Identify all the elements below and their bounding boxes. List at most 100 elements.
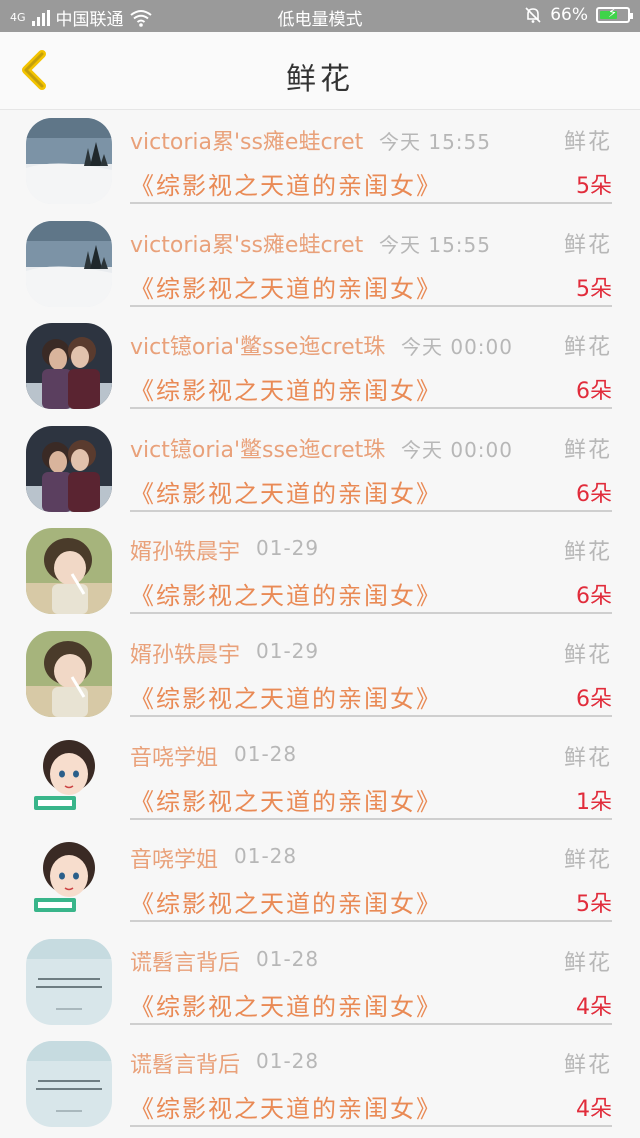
avatar[interactable] bbox=[26, 836, 112, 923]
row-header-line: 婿孙轶晨宇 01-29 鲜花 bbox=[130, 534, 612, 566]
row-divider bbox=[130, 202, 612, 204]
row-divider bbox=[130, 612, 612, 615]
sender-name[interactable]: 婿孙轶晨宇 bbox=[130, 534, 240, 566]
list-item[interactable]: victoria累'ss瘫e蛙cret 今天 15:55 鲜花《综影视之天道的亲闺女… bbox=[0, 213, 640, 316]
row-divider bbox=[130, 407, 612, 410]
gift-type: 鲜花 bbox=[563, 1053, 612, 1079]
gift-time: 今天 15:55 bbox=[379, 232, 491, 257]
book-title[interactable]: 《综影视之天道的亲闺女》 bbox=[130, 884, 442, 919]
row-divider bbox=[130, 714, 612, 717]
sender-name[interactable]: 谎髫言背后 bbox=[130, 1047, 240, 1079]
book-title[interactable]: 《综影视之天道的亲闺女》 bbox=[130, 782, 442, 817]
avatar[interactable] bbox=[26, 425, 112, 512]
list-item[interactable]: 谎髫言背后 01-28 鲜花《综影视之天道的亲闺女》 4朵 bbox=[0, 1033, 640, 1136]
gift-type: 鲜花 bbox=[563, 437, 612, 463]
page-title: 鲜花 bbox=[286, 62, 354, 97]
book-title[interactable]: 《综影视之天道的亲闺女》 bbox=[130, 166, 442, 201]
gift-type: 鲜花 bbox=[563, 130, 612, 155]
gift-count: 4朵 bbox=[576, 994, 612, 1020]
avatar[interactable] bbox=[26, 630, 112, 717]
battery-charging-icon: ⚡ bbox=[596, 6, 633, 23]
gift-time: 01-28 bbox=[234, 844, 298, 869]
gift-type: 鲜花 bbox=[563, 540, 612, 566]
list-item[interactable]: 婿孙轶晨宇 01-29 鲜花《综影视之天道的亲闺女》 6朵 bbox=[0, 520, 640, 623]
list-item[interactable]: victoria累'ss瘫e蛙cret 今天 15:55 鲜花《综影视之天道的亲闺女… bbox=[0, 110, 640, 213]
sender-name[interactable]: victoria累'ss瘫e蛙cret bbox=[130, 124, 363, 156]
sender-name[interactable]: victoria累'ss瘫e蛙cret bbox=[130, 227, 363, 259]
sender-name[interactable]: vict镱oria'鳖sse迤cret珠 bbox=[130, 432, 385, 464]
gift-count: 4朵 bbox=[576, 1097, 612, 1123]
row-header-line: 婿孙轶晨宇 01-29 鲜花 bbox=[130, 637, 612, 669]
gift-count: 6朵 bbox=[576, 379, 612, 405]
gift-type: 鲜花 bbox=[563, 335, 612, 361]
book-title[interactable]: 《综影视之天道的亲闺女》 bbox=[130, 474, 442, 509]
gift-count: 1朵 bbox=[576, 789, 612, 815]
list-item[interactable]: vict镱oria'鳖sse迤cret珠 今天 00:00 鲜花《综影视之天道的亲闺… bbox=[0, 315, 640, 418]
row-divider bbox=[130, 1022, 612, 1025]
avatar[interactable] bbox=[26, 733, 112, 820]
row-header-line: 音哓学姐 01-28 鲜花 bbox=[130, 842, 612, 874]
book-title[interactable]: 《综影视之天道的亲闺女》 bbox=[130, 269, 442, 304]
row-divider bbox=[130, 304, 612, 307]
sender-name[interactable]: 婿孙轶晨宇 bbox=[130, 637, 240, 669]
gift-record-list: victoria累'ss瘫e蛙cret 今天 15:55 鲜花 《综影视之天道的亲闺女… bbox=[0, 110, 640, 1136]
avatar[interactable] bbox=[26, 1041, 112, 1128]
avatar[interactable] bbox=[26, 938, 112, 1025]
gift-time: 今天 00:00 bbox=[401, 437, 513, 462]
row-header-line: 音哓学姐 01-28 鲜花 bbox=[130, 740, 612, 772]
book-title[interactable]: 《综影视之天道的亲闺女》 bbox=[130, 371, 442, 406]
row-header-line: 谎髫言背后 01-28 鲜花 bbox=[130, 945, 612, 977]
row-divider bbox=[130, 509, 612, 512]
row-divider bbox=[130, 817, 612, 820]
row-divider bbox=[130, 920, 612, 923]
book-title[interactable]: 《综影视之天道的亲闺女》 bbox=[130, 576, 442, 611]
gift-time: 01-29 bbox=[256, 536, 320, 561]
book-title[interactable]: 《综影视之天道的亲闺女》 bbox=[130, 987, 442, 1022]
avatar[interactable] bbox=[26, 118, 112, 204]
gift-type: 鲜花 bbox=[563, 950, 612, 976]
sender-name[interactable]: 音哓学姐 bbox=[130, 740, 218, 772]
list-item[interactable]: 谎髫言背后 01-28 鲜花《综影视之天道的亲闺女》 4朵 bbox=[0, 931, 640, 1034]
gift-count: 5朵 bbox=[576, 174, 612, 199]
gift-count: 6朵 bbox=[576, 481, 612, 507]
book-title[interactable]: 《综影视之天道的亲闺女》 bbox=[130, 1089, 442, 1124]
sender-name[interactable]: 音哓学姐 bbox=[130, 842, 218, 874]
bell-off-icon bbox=[525, 7, 541, 23]
gift-time: 今天 00:00 bbox=[401, 335, 513, 360]
list-item[interactable]: 婿孙轶晨宇 01-29 鲜花《综影视之天道的亲闺女》 6朵 bbox=[0, 623, 640, 726]
gift-type: 鲜花 bbox=[563, 848, 612, 874]
status-right: 66% ⚡ bbox=[524, 5, 633, 25]
avatar[interactable] bbox=[26, 528, 112, 615]
row-header-line: vict镱oria'鳖sse迤cret珠 今天 00:00 鲜花 bbox=[130, 329, 612, 361]
gift-count: 5朵 bbox=[576, 276, 612, 302]
sender-name[interactable]: vict镱oria'鳖sse迤cret珠 bbox=[130, 329, 385, 361]
gift-count: 5朵 bbox=[576, 892, 612, 918]
row-header-line: vict镱oria'鳖sse迤cret珠 今天 00:00 鲜花 bbox=[130, 432, 612, 464]
gift-type: 鲜花 bbox=[563, 642, 612, 668]
gift-type: 鲜花 bbox=[563, 232, 612, 258]
charging-bolt-icon: ⚡ bbox=[608, 6, 618, 21]
list-item[interactable]: 音哓学姐 01-28 鲜花《综影视之天道的亲闺女》 5朵 bbox=[0, 828, 640, 931]
gift-count: 6朵 bbox=[576, 584, 612, 610]
nav-bar: 鲜花 bbox=[0, 32, 640, 110]
row-header-line: victoria累'ss瘫e蛙cret 今天 15:55 鲜花 bbox=[130, 124, 612, 156]
sender-name[interactable]: 谎髫言背后 bbox=[130, 945, 240, 977]
battery-nub bbox=[630, 13, 633, 19]
avatar[interactable] bbox=[26, 220, 112, 307]
gift-time: 01-28 bbox=[234, 741, 298, 766]
row-divider bbox=[130, 1125, 612, 1128]
row-header-line: victoria累'ss瘫e蛙cret 今天 15:55 鲜花 bbox=[130, 227, 612, 259]
list-item[interactable]: vict镱oria'鳖sse迤cret珠 今天 00:00 鲜花《综影视之天道的亲闺… bbox=[0, 418, 640, 521]
list-item[interactable]: 音哓学姐 01-28 鲜花《综影视之天道的亲闺女》 1朵 bbox=[0, 726, 640, 829]
gift-count: 6朵 bbox=[576, 686, 612, 712]
avatar[interactable] bbox=[26, 323, 112, 410]
row-header-line: 谎髫言背后 01-28 鲜花 bbox=[130, 1047, 612, 1079]
gift-time: 01-29 bbox=[256, 638, 320, 663]
status-bar: 4G 中国联通 低电量模式 66% ⚡ bbox=[0, 0, 640, 32]
gift-time: 01-28 bbox=[256, 1049, 320, 1074]
gift-type: 鲜花 bbox=[563, 745, 612, 771]
gift-time: 今天 15:55 bbox=[379, 130, 491, 154]
book-title[interactable]: 《综影视之天道的亲闺女》 bbox=[130, 679, 442, 714]
gift-time: 01-28 bbox=[256, 946, 320, 971]
battery-percent: 66% bbox=[550, 5, 588, 25]
